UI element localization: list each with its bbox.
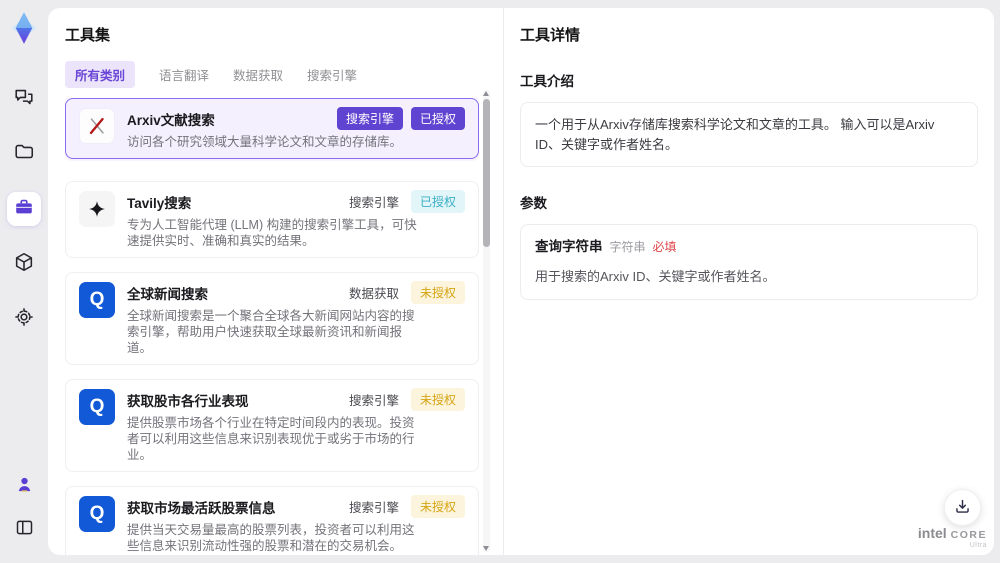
- sidebar-item-plugins[interactable]: [7, 247, 41, 281]
- core-wordmark: core: [950, 528, 987, 541]
- sidebar-item-collapse[interactable]: [7, 513, 41, 547]
- scrollbar-down-arrow[interactable]: [483, 546, 489, 551]
- tool-card-body: 全球新闻搜索 数据获取 未授权 全球新闻搜索是一个聚合全球各大新闻网站内容的搜索…: [127, 281, 465, 356]
- tool-card[interactable]: Q 全球新闻搜索 数据获取 未授权 全球新闻搜索是一个聚合全球各大新闻网站内容的…: [65, 272, 479, 365]
- intro-text: 一个用于从Arxiv存储库搜索科学论文和文章的工具。 输入可以是Arxiv ID…: [520, 102, 978, 167]
- tool-auth-badge: 未授权: [410, 495, 465, 518]
- tool-name: 获取股市各行业表现: [127, 393, 249, 409]
- core-sub-label: Ultra: [969, 542, 987, 550]
- tool-auth-badge: 未授权: [410, 281, 465, 304]
- tool-card[interactable]: Arxiv文献搜索 搜索引擎 已授权 访问各个研究领域大量科学论文和文章的存储库…: [65, 98, 479, 159]
- tool-description: 访问各个研究领域大量科学论文和文章的存储库。: [127, 135, 403, 149]
- tool-description: 提供当天交易量最高的股票列表，投资者可以利用这些信息来识别流动性强的股票和潜在的…: [127, 523, 415, 553]
- page-title: 工具集: [65, 27, 111, 44]
- tool-category-badge: 数据获取: [348, 287, 399, 301]
- tool-card-header: 全球新闻搜索 数据获取 未授权: [127, 281, 465, 304]
- scrollbar[interactable]: [483, 90, 490, 552]
- tool-list-panel: 工具集 所有类别 语言翻译 数据获取 搜索引擎 Arxiv文献搜索 搜索引擎 已授权 …: [48, 8, 503, 555]
- sidebar-item-profile[interactable]: [7, 470, 41, 504]
- tool-card-header: Arxiv文献搜索 搜索引擎 已授权: [127, 107, 465, 130]
- param-description: 用于搜索的Arxiv ID、关键字或作者姓名。: [535, 269, 776, 285]
- tool-name: 全球新闻搜索: [127, 286, 208, 302]
- param-required-badge: 必填: [652, 240, 677, 254]
- tool-card[interactable]: Q 获取市场最活跃股票信息 搜索引擎 未授权 提供当天交易量最高的股票列表，投资…: [65, 486, 479, 555]
- tool-category-badge: 搜索引擎: [348, 196, 399, 210]
- sidebar-rail: [0, 0, 48, 563]
- app-logo-icon: [6, 10, 42, 46]
- tab-category-0[interactable]: 所有类别: [65, 61, 136, 88]
- tool-auth-badge: 已授权: [410, 107, 465, 130]
- scrollbar-thumb[interactable]: [483, 99, 490, 247]
- tool-name: Tavily搜索: [127, 195, 192, 211]
- app: 工具集 所有类别 语言翻译 数据获取 搜索引擎 Arxiv文献搜索 搜索引擎 已授权 …: [0, 0, 1000, 563]
- folder-icon: [13, 141, 35, 168]
- tool-card[interactable]: Tavily搜索 搜索引擎 已授权 专为人工智能代理 (LLM) 构建的搜索引擎…: [65, 181, 479, 258]
- gear-icon: [13, 306, 35, 333]
- download-icon: [953, 497, 972, 519]
- tool-description: 提供股票市场各个行业在特定时间段内的表现。投资者可以利用这些信息来识别表现优于或…: [127, 416, 415, 462]
- tool-card-header: 获取市场最活跃股票信息 搜索引擎 未授权: [127, 495, 465, 518]
- tab-category-2[interactable]: 数据获取: [233, 61, 283, 88]
- tool-description: 专为人工智能代理 (LLM) 构建的搜索引擎工具，可快速提供实时、准确和真实的结…: [127, 218, 417, 248]
- intro-heading: 工具介绍: [520, 74, 574, 89]
- tool-auth-badge: 已授权: [410, 190, 465, 213]
- q-logo-icon: Q: [79, 496, 115, 532]
- sparkle-icon: [79, 191, 115, 227]
- param-header: 查询字符串 字符串 必填: [535, 237, 963, 257]
- tool-card-body: Arxiv文献搜索 搜索引擎 已授权 访问各个研究领域大量科学论文和文章的存储库…: [127, 107, 465, 150]
- tab-category-3[interactable]: 搜索引擎: [307, 61, 357, 88]
- download-button[interactable]: [944, 489, 981, 526]
- tool-card[interactable]: Q 获取股市各行业表现 搜索引擎 未授权 提供股票市场各个行业在特定时间段内的表…: [65, 379, 479, 472]
- tool-card-body: 获取股市各行业表现 搜索引擎 未授权 提供股票市场各个行业在特定时间段内的表现。…: [127, 388, 465, 463]
- tool-card-body: Tavily搜索 搜索引擎 已授权 专为人工智能代理 (LLM) 构建的搜索引擎…: [127, 190, 465, 249]
- tool-name: 获取市场最活跃股票信息: [127, 500, 276, 516]
- tool-description: 全球新闻搜索是一个聚合全球各大新闻网站内容的搜索引擎，帮助用户快速获取全球最新资…: [127, 309, 415, 355]
- sidebar-item-settings[interactable]: [7, 302, 41, 336]
- arxiv-logo-icon: [79, 108, 115, 144]
- tool-card-list: Arxiv文献搜索 搜索引擎 已授权 访问各个研究领域大量科学论文和文章的存储库…: [65, 98, 479, 555]
- category-tabs: 所有类别 语言翻译 数据获取 搜索引擎: [65, 61, 503, 88]
- detail-title: 工具详情: [520, 27, 581, 44]
- scrollbar-up-arrow[interactable]: [483, 91, 489, 96]
- sidebar-nav: [7, 82, 41, 336]
- param-name: 查询字符串: [535, 239, 603, 254]
- sidebar-item-chat[interactable]: [7, 82, 41, 116]
- sidebar-item-files[interactable]: [7, 137, 41, 171]
- intel-wordmark: intel: [917, 524, 947, 541]
- tool-card-header: Tavily搜索 搜索引擎 已授权: [127, 190, 465, 213]
- package-icon: [13, 251, 35, 278]
- sidebar-item-tools[interactable]: [7, 192, 41, 226]
- intel-core-logo: intel core Ultra: [917, 524, 987, 550]
- tool-category-badge: 搜索引擎: [348, 501, 399, 515]
- tool-name: Arxiv文献搜索: [127, 112, 215, 128]
- profile-icon: [14, 474, 35, 500]
- tool-card-header: 获取股市各行业表现 搜索引擎 未授权: [127, 388, 465, 411]
- param-card: 查询字符串 字符串 必填 用于搜索的Arxiv ID、关键字或作者姓名。: [520, 224, 978, 300]
- content-panel: 工具集 所有类别 语言翻译 数据获取 搜索引擎 Arxiv文献搜索 搜索引擎 已授权 …: [48, 8, 994, 555]
- params-heading: 参数: [520, 196, 547, 211]
- tool-auth-badge: 未授权: [410, 388, 465, 411]
- tool-category-badge: 搜索引擎: [348, 394, 399, 408]
- chat-icon: [13, 86, 35, 113]
- tool-card-body: 获取市场最活跃股票信息 搜索引擎 未授权 提供当天交易量最高的股票列表，投资者可…: [127, 495, 465, 554]
- param-type: 字符串: [609, 240, 646, 254]
- tool-category-badge: 搜索引擎: [336, 107, 403, 130]
- collapse-panel-icon: [14, 517, 35, 543]
- tool-detail-panel: 工具详情 工具介绍 一个用于从Arxiv存储库搜索科学论文和文章的工具。 输入可…: [504, 8, 994, 555]
- tab-category-1[interactable]: 语言翻译: [159, 61, 209, 88]
- briefcase-icon: [13, 196, 35, 223]
- q-logo-icon: Q: [79, 389, 115, 425]
- sidebar-bottom: [7, 470, 41, 547]
- q-logo-icon: Q: [79, 282, 115, 318]
